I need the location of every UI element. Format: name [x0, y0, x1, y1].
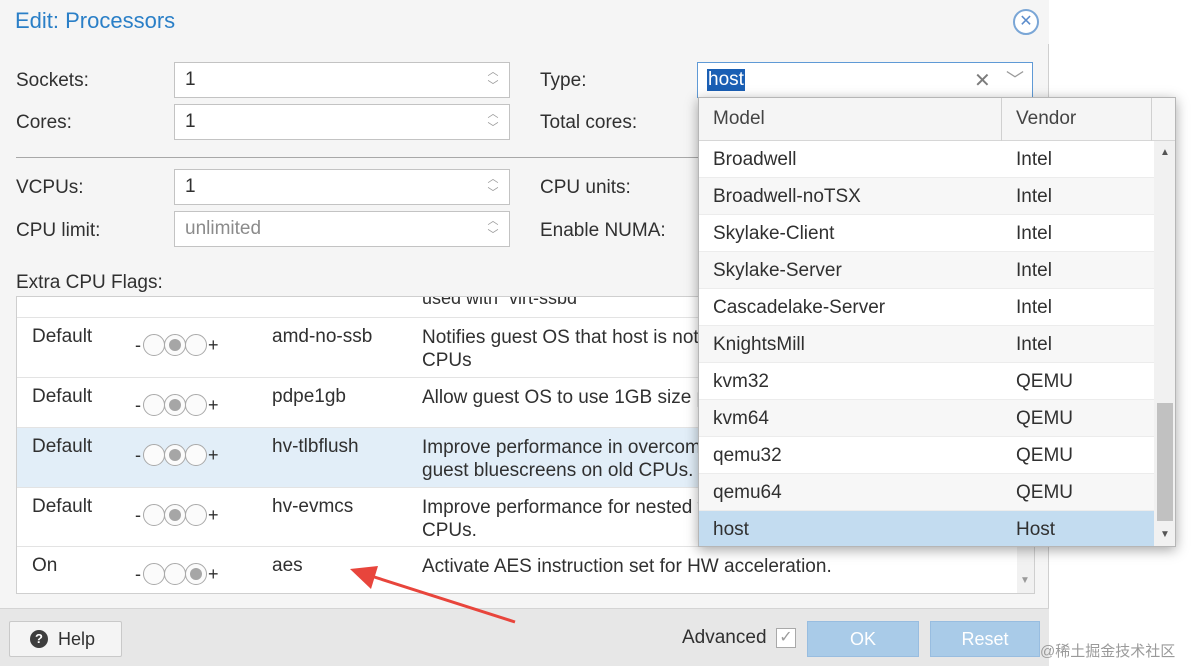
annotation-arrow-icon [350, 566, 516, 624]
watermark: @稀土掘金技术社区 [1040, 643, 1176, 660]
